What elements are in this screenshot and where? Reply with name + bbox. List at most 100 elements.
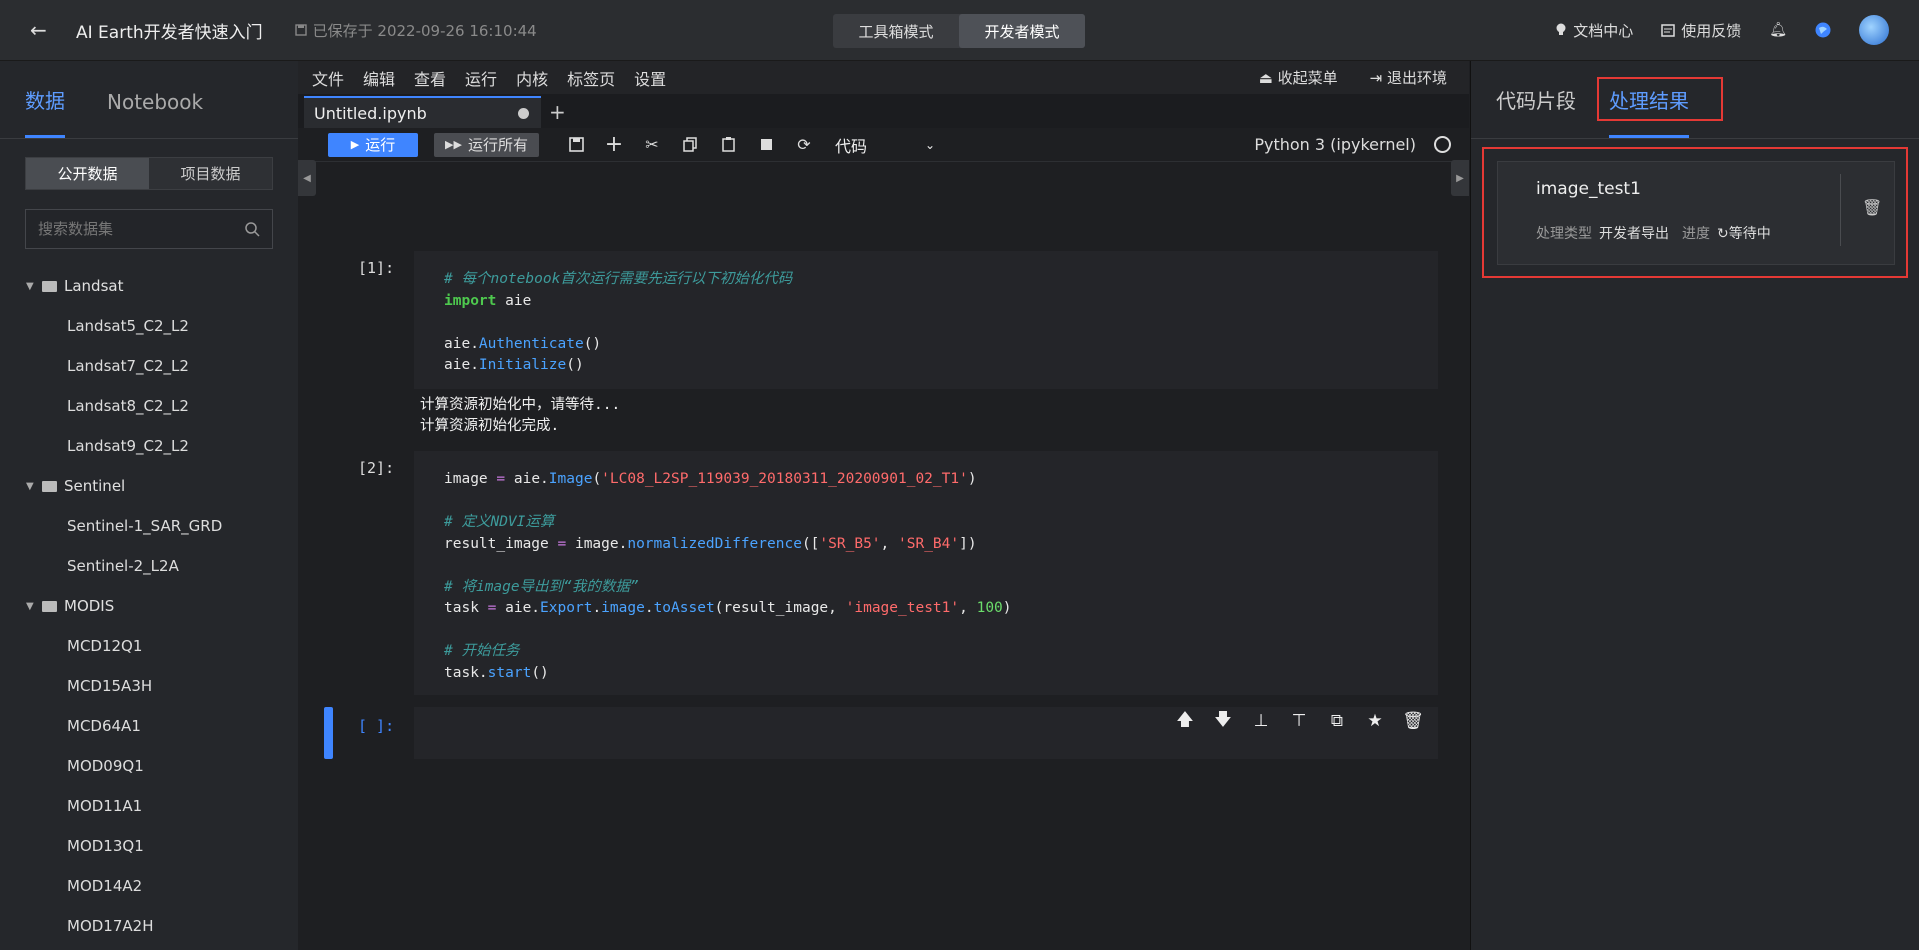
menu-view[interactable]: 查看	[414, 66, 446, 90]
notebook-area: 文件 编辑 查看 运行 内核 标签页 设置 ⏏ 收起菜单 ⇥ 退出环境 Unti…	[298, 61, 1764, 950]
tree-item[interactable]: Landsat9_C2_L2	[0, 426, 298, 466]
move-up-icon[interactable]: 🡅	[1171, 707, 1199, 735]
menu-edit[interactable]: 编辑	[363, 66, 395, 90]
dataset-tree: ▼ Landsat Landsat5_C2_L2 Landsat7_C2_L2 L…	[0, 266, 298, 946]
active-cell-indicator	[324, 707, 333, 759]
folder-icon	[42, 280, 57, 292]
tree-item[interactable]: Landsat7_C2_L2	[0, 346, 298, 386]
tree-item[interactable]: MCD15A3H	[0, 666, 298, 706]
tab-data[interactable]: 数据	[25, 85, 65, 138]
tree-item[interactable]: MCD12Q1	[0, 626, 298, 666]
copy-icon[interactable]	[679, 134, 701, 156]
search-icon[interactable]	[245, 221, 260, 237]
tree-group-landsat[interactable]: ▼ Landsat	[0, 266, 298, 306]
collapse-right-panel-icon[interactable]: ▶	[1451, 160, 1469, 196]
tab-code-snippets[interactable]: 代码片段	[1496, 85, 1576, 138]
unsaved-dot-icon[interactable]	[518, 107, 529, 119]
feedback-link[interactable]: 使用反馈	[1661, 20, 1741, 41]
tree-item[interactable]: MOD09Q1	[0, 746, 298, 786]
code-cell[interactable]: image = aie.Image('LC08_L2SP_119039_2018…	[414, 451, 1438, 695]
collapse-menu-button[interactable]: ⏏ 收起菜单	[1259, 67, 1338, 88]
tree-item[interactable]: MOD17A2H	[0, 906, 298, 946]
code-function: toAsset	[653, 600, 715, 616]
tree-item[interactable]: MOD13Q1	[0, 826, 298, 866]
add-tab-icon[interactable]: +	[549, 100, 566, 124]
tree-item[interactable]: MOD14A2	[0, 866, 298, 906]
star-icon[interactable]: ★	[1361, 707, 1389, 735]
left-panel: 数据 Notebook 公开数据 项目数据 ▼ Landsat Landsat5_…	[0, 61, 298, 950]
folder-icon	[42, 480, 57, 492]
project-data-tab[interactable]: 项目数据	[149, 158, 272, 189]
code-number: 100	[976, 600, 1003, 616]
expand-triangle-icon: ▼	[26, 600, 34, 612]
tree-item[interactable]: Landsat8_C2_L2	[0, 386, 298, 426]
tree-item[interactable]: MOD11A1	[0, 786, 298, 826]
group-label: MODIS	[64, 597, 115, 615]
progress-label: 进度	[1682, 226, 1710, 242]
feedback-label: 使用反馈	[1681, 21, 1742, 40]
task-meta: 处理类型 开发者导出 进度 ↻等待中	[1536, 223, 1771, 243]
collapse-left-panel-icon[interactable]: ◀	[298, 160, 316, 196]
progress-value: 等待中	[1728, 226, 1771, 242]
menu-bar: 文件 编辑 查看 运行 内核 标签页 设置 ⏏ 收起菜单 ⇥ 退出环境	[298, 61, 1469, 94]
duplicate-icon[interactable]: ⧉	[1323, 707, 1351, 735]
delete-icon[interactable]: 🗑	[1399, 707, 1427, 735]
stop-icon[interactable]	[755, 134, 777, 156]
delete-task-icon[interactable]: 🗑	[1862, 198, 1882, 217]
insert-below-icon[interactable]: ⊥	[1247, 707, 1275, 735]
code-string: 'SR_B4'	[898, 535, 960, 552]
run-button[interactable]: ▶ 运行	[328, 132, 418, 157]
docs-link[interactable]: 文档中心	[1555, 20, 1633, 41]
kernel-status[interactable]: Python 3 (ipykernel)	[1254, 135, 1451, 154]
tree-group-modis[interactable]: ▼ MODIS	[0, 586, 298, 626]
tree-item[interactable]: MCD64A1	[0, 706, 298, 746]
kernel-name: Python 3 (ipykernel)	[1254, 135, 1416, 154]
bell-icon[interactable]: 🔔︎	[1769, 22, 1787, 38]
developer-mode-tab[interactable]: 开发者模式	[959, 14, 1085, 48]
save-icon[interactable]	[565, 134, 587, 156]
tree-item[interactable]: Sentinel-2_L2A	[0, 546, 298, 586]
code-string: 'SR_B5'	[819, 535, 881, 552]
cut-icon[interactable]: ✂	[641, 134, 663, 156]
public-data-tab[interactable]: 公开数据	[26, 158, 149, 189]
cell-toolbar: 🡅 🡇 ⊥ ⊤ ⧉ ★ 🗑	[1171, 707, 1427, 735]
move-down-icon[interactable]: 🡇	[1209, 707, 1237, 735]
dataset-search-input[interactable]	[38, 220, 228, 238]
cell-type-select[interactable]: 代码 ⌄	[835, 133, 935, 157]
menu-tabs[interactable]: 标签页	[567, 66, 615, 90]
output-line: 计算资源初始化完成.	[420, 418, 560, 434]
tab-notebook[interactable]: Notebook	[107, 90, 203, 138]
user-avatar[interactable]	[1859, 15, 1889, 45]
group-label: Sentinel	[64, 477, 126, 495]
code-function: Export	[540, 600, 593, 616]
menu-settings[interactable]: 设置	[634, 66, 666, 90]
notebook-toolbar: ▶ 运行 ▶▶ 运行所有 + ✂ ⟳ 代码 ⌄ Python 3 (ipykerne…	[298, 128, 1469, 162]
run-all-button[interactable]: ▶▶ 运行所有	[434, 132, 539, 157]
menu-run[interactable]: 运行	[465, 66, 497, 90]
code-function: image	[601, 600, 645, 616]
task-card[interactable]: image_test1 处理类型 开发者导出 进度 ↻等待中 🗑	[1497, 161, 1895, 265]
code-cell[interactable]: # 每个notebook首次运行需要先运行以下初始化代码 import aie …	[414, 251, 1438, 389]
file-tab[interactable]: Untitled.ipynb	[304, 96, 541, 128]
code-text: image	[444, 471, 488, 487]
add-cell-icon[interactable]: +	[603, 132, 625, 157]
tree-item[interactable]: Landsat5_C2_L2	[0, 306, 298, 346]
code-string: 'LC08_L2SP_119039_20180311_20200901_02_T…	[601, 471, 968, 487]
tree-group-sentinel[interactable]: ▼ Sentinel	[0, 466, 298, 506]
back-arrow-icon[interactable]: ←	[30, 20, 50, 40]
menu-kernel[interactable]: 内核	[516, 66, 548, 90]
code-operator: =	[496, 471, 506, 487]
restart-icon[interactable]: ⟳	[793, 134, 815, 156]
lightbulb-icon	[1556, 23, 1566, 35]
insert-above-icon[interactable]: ⊤	[1285, 707, 1313, 735]
tree-item[interactable]: Sentinel-1_SAR_GRD	[0, 506, 298, 546]
globe-icon[interactable]	[1815, 22, 1831, 38]
paste-icon[interactable]	[717, 134, 739, 156]
exit-env-button[interactable]: ⇥ 退出环境	[1370, 67, 1447, 88]
menu-file[interactable]: 文件	[312, 66, 344, 90]
cell-prompt: [ ]:	[358, 717, 395, 735]
loading-icon: ↻	[1717, 226, 1729, 242]
toolbox-mode-tab[interactable]: 工具箱模式	[833, 14, 959, 48]
save-icon	[294, 24, 307, 36]
cell-output: 计算资源初始化中，请等待... 计算资源初始化完成.	[420, 395, 620, 437]
